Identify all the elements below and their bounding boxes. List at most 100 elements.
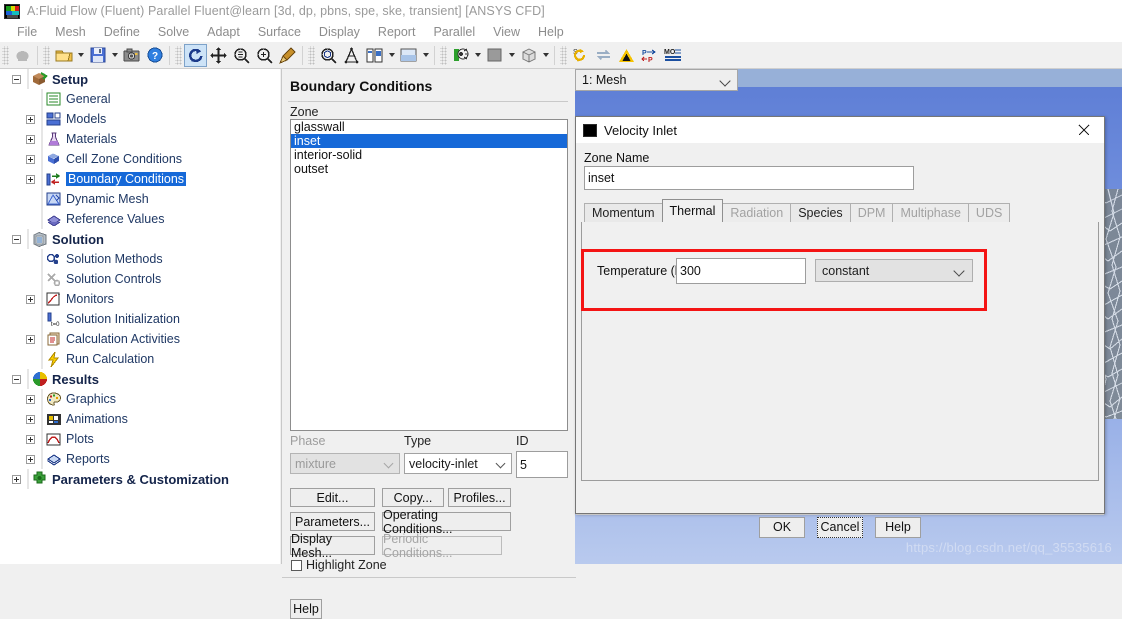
profiles-button[interactable]: Profiles... bbox=[448, 488, 511, 507]
fit-to-window-icon[interactable] bbox=[317, 44, 340, 67]
zoom-out-icon[interactable] bbox=[230, 44, 253, 67]
save-disk-icon[interactable] bbox=[86, 44, 109, 67]
tree-item-plots[interactable]: Plots bbox=[0, 429, 280, 449]
help-question-icon[interactable]: ? bbox=[143, 44, 166, 67]
menu-item-view[interactable]: View bbox=[484, 24, 529, 40]
cancel-button[interactable]: Cancel bbox=[817, 516, 863, 538]
pan-move-icon[interactable] bbox=[207, 44, 230, 67]
menu-item-mesh[interactable]: Mesh bbox=[46, 24, 95, 40]
zone-list-item[interactable]: glasswall bbox=[291, 120, 567, 134]
background-color-dropdown-arrow[interactable] bbox=[420, 44, 431, 67]
menu-item-help[interactable]: Help bbox=[529, 24, 573, 40]
tree-item-graphics[interactable]: Graphics bbox=[0, 389, 280, 409]
parameters-button[interactable]: Parameters... bbox=[290, 512, 375, 531]
pressure-profile-icon[interactable]: PP bbox=[638, 44, 661, 67]
collapse-icon[interactable] bbox=[12, 234, 21, 244]
render-cube-dropdown-arrow[interactable] bbox=[540, 44, 551, 67]
ansys-logo-icon[interactable] bbox=[615, 44, 638, 67]
expand-icon[interactable] bbox=[26, 414, 35, 424]
menu-item-parallel[interactable]: Parallel bbox=[424, 24, 484, 40]
ok-button[interactable]: OK bbox=[759, 516, 805, 538]
expand-icon[interactable] bbox=[26, 434, 35, 444]
zoom-in-icon[interactable] bbox=[253, 44, 276, 67]
tab-thermal[interactable]: Thermal bbox=[661, 199, 724, 222]
tree-item-boundary-conditions[interactable]: Boundary Conditions bbox=[0, 169, 280, 189]
tree-item-solution-initialization[interactable]: t=0 Solution Initialization bbox=[0, 309, 280, 329]
toolbar-grip[interactable] bbox=[175, 45, 182, 65]
color-swatch-icon[interactable] bbox=[483, 44, 506, 67]
collapse-icon[interactable] bbox=[12, 74, 21, 84]
lighting-icon[interactable] bbox=[449, 44, 472, 67]
tree-item-solution-methods[interactable]: Solution Methods bbox=[0, 249, 280, 269]
open-folder-dropdown-arrow[interactable] bbox=[75, 44, 86, 67]
tree-item-cell-zone-conditions[interactable]: Cell Zone Conditions bbox=[0, 149, 280, 169]
color-swatch-dropdown-arrow[interactable] bbox=[506, 44, 517, 67]
highlight-zone-row[interactable]: Highlight Zone bbox=[291, 558, 387, 572]
background-color-icon[interactable] bbox=[397, 44, 420, 67]
zone-list[interactable]: glasswall inset interior-solid outset bbox=[290, 119, 568, 431]
zone-name-input[interactable]: inset bbox=[584, 166, 914, 190]
camera-icon[interactable] bbox=[120, 44, 143, 67]
menu-item-solve[interactable]: Solve bbox=[149, 24, 198, 40]
tree-item-setup[interactable]: Setup bbox=[0, 69, 280, 89]
tree-item-calculation-activities[interactable]: Calculation Activities bbox=[0, 329, 280, 349]
save-disk-dropdown-arrow[interactable] bbox=[109, 44, 120, 67]
render-cube-icon[interactable] bbox=[517, 44, 540, 67]
open-folder-icon[interactable] bbox=[52, 44, 75, 67]
menu-item-adapt[interactable]: Adapt bbox=[198, 24, 249, 40]
edit-button[interactable]: Edit... bbox=[290, 488, 375, 507]
expand-icon[interactable] bbox=[26, 334, 35, 344]
sync-solution-icon[interactable]: S bbox=[569, 44, 592, 67]
expand-icon[interactable] bbox=[26, 454, 35, 464]
menu-item-surface[interactable]: Surface bbox=[249, 24, 310, 40]
copy-button[interactable]: Copy... bbox=[382, 488, 444, 507]
tree-item-parameters-customization[interactable]: Parameters & Customization bbox=[0, 469, 280, 489]
tree-item-run-calculation[interactable]: Run Calculation bbox=[0, 349, 280, 369]
mesh-display-icon[interactable] bbox=[340, 44, 363, 67]
tree-item-solution-controls[interactable]: Solution Controls bbox=[0, 269, 280, 289]
tree-item-dynamic-mesh[interactable]: Dynamic Mesh bbox=[0, 189, 280, 209]
expand-icon[interactable] bbox=[26, 294, 35, 304]
phase-combobox[interactable]: mixture bbox=[290, 453, 400, 474]
operating-conditions-button[interactable]: Operating Conditions... bbox=[382, 508, 511, 536]
expand-icon[interactable] bbox=[12, 474, 21, 484]
menu-item-report[interactable]: Report bbox=[369, 24, 425, 40]
probe-pick-icon[interactable] bbox=[276, 44, 299, 67]
toolbar-grip[interactable] bbox=[2, 45, 9, 65]
id-input[interactable]: 5 bbox=[516, 451, 568, 478]
menu-item-file[interactable]: File bbox=[8, 24, 46, 40]
type-combobox[interactable]: velocity-inlet bbox=[404, 453, 512, 474]
tree-item-general[interactable]: General bbox=[0, 89, 280, 109]
tree-item-results[interactable]: Results bbox=[0, 369, 280, 389]
tree-item-models[interactable]: Models bbox=[0, 109, 280, 129]
toolbar-grip[interactable] bbox=[308, 45, 315, 65]
expand-icon[interactable] bbox=[26, 174, 35, 184]
refresh-icon[interactable] bbox=[592, 44, 615, 67]
display-mesh-button[interactable]: Display Mesh... bbox=[290, 532, 375, 560]
collapse-icon[interactable] bbox=[12, 374, 21, 384]
rotate-view-icon[interactable] bbox=[184, 43, 207, 67]
dialog-help-button[interactable]: Help bbox=[875, 516, 921, 538]
monitor-plot-icon[interactable]: MO bbox=[661, 44, 684, 67]
expand-icon[interactable] bbox=[26, 114, 35, 124]
layout-panels-dropdown-arrow[interactable] bbox=[386, 44, 397, 67]
tree-item-reference-values[interactable]: Reference Values bbox=[0, 209, 280, 229]
zone-list-item[interactable]: outset bbox=[291, 162, 567, 176]
expand-icon[interactable] bbox=[26, 394, 35, 404]
temperature-input[interactable]: 300 bbox=[676, 258, 806, 284]
toolbar-grip[interactable] bbox=[440, 45, 447, 65]
tree-item-animations[interactable]: Animations bbox=[0, 409, 280, 429]
layout-panels-icon[interactable] bbox=[363, 44, 386, 67]
tree-item-materials[interactable]: Materials bbox=[0, 129, 280, 149]
temperature-mode-combobox[interactable]: constant bbox=[815, 259, 973, 282]
expand-icon[interactable] bbox=[26, 134, 35, 144]
toolbar-grip[interactable] bbox=[560, 45, 567, 65]
expand-icon[interactable] bbox=[26, 154, 35, 164]
menu-item-display[interactable]: Display bbox=[310, 24, 369, 40]
zone-list-item[interactable]: inset bbox=[291, 134, 567, 148]
tab-species[interactable]: Species bbox=[790, 203, 851, 222]
select-cursor-icon[interactable] bbox=[11, 44, 34, 67]
bc-help-button[interactable]: Help bbox=[290, 599, 322, 619]
tree-item-monitors[interactable]: Monitors bbox=[0, 289, 280, 309]
view-selector-combobox[interactable]: 1: Mesh bbox=[575, 69, 738, 91]
